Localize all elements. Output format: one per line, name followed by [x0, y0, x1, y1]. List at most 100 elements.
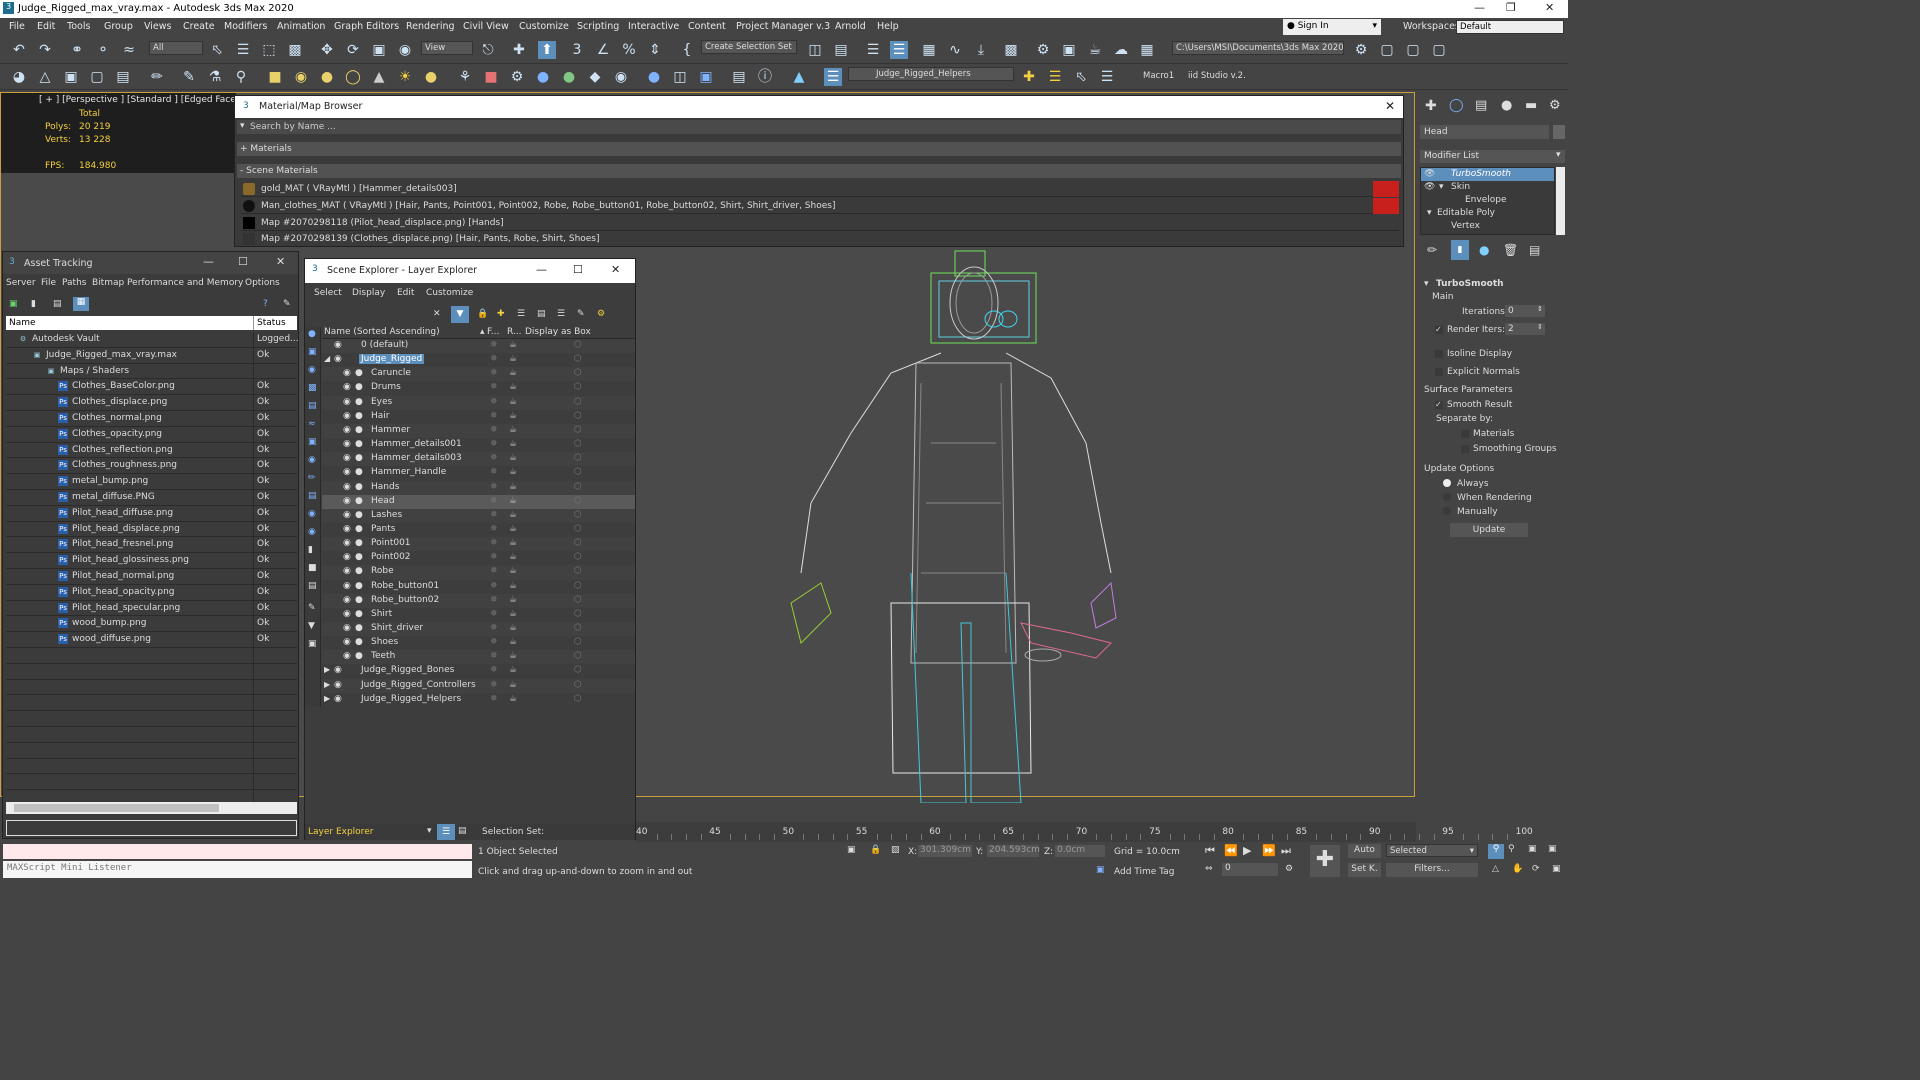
stack-skin-expand-icon[interactable]: ▾	[1439, 182, 1444, 192]
side-icon-d[interactable]: ✎	[308, 603, 316, 613]
object-paint-icon[interactable]: ▤	[114, 68, 132, 86]
remove-modifier-icon[interactable]: 🗑	[1503, 243, 1518, 257]
asset-table-icon[interactable]: ▤	[53, 299, 62, 309]
project-icon-3[interactable]: ▢	[1404, 41, 1422, 59]
when-rendering-radio[interactable]	[1443, 493, 1451, 501]
place-icon[interactable]: ◉	[396, 41, 414, 59]
object-color-swatch[interactable]	[1553, 125, 1565, 139]
scene-explorer-close-icon[interactable]: ✕	[611, 263, 620, 276]
close-icon[interactable]: ✕	[1545, 1, 1554, 14]
visibility-eye-icon[interactable]: ◉	[334, 340, 342, 350]
renderable-icon[interactable]: ☕	[509, 425, 517, 435]
show-end-result-icon[interactable]: ▮	[1451, 240, 1469, 260]
expand-icon[interactable]: ▶	[324, 665, 330, 674]
key-filter-dropdown[interactable]: Selected ▾	[1386, 844, 1478, 857]
visibility-eye-icon[interactable]: ◉	[343, 510, 351, 520]
list-item[interactable]: ◉ ● Robe_button02 ✵ ☕ ⬡	[322, 593, 635, 608]
menu-project-manager[interactable]: Project Manager v.3	[736, 21, 830, 32]
asset-close-icon[interactable]: ✕	[276, 255, 285, 268]
visibility-eye-icon[interactable]: ◉	[343, 581, 351, 591]
explorer-col-render[interactable]: R...	[507, 327, 522, 337]
window-crossing-icon[interactable]: ▩	[286, 41, 304, 59]
stack-eye-icon[interactable]: 👁	[1424, 169, 1435, 179]
display-as-box-icon[interactable]: ⬡	[574, 496, 582, 506]
render-setup-icon[interactable]: ⚙	[1034, 41, 1052, 59]
renderable-icon[interactable]: ☕	[509, 467, 517, 477]
freeze-icon[interactable]: ✵	[490, 595, 498, 605]
ribbon-icon[interactable]: ▦	[920, 41, 938, 59]
visibility-eye-icon[interactable]: ◉	[343, 439, 351, 449]
smoothing-groups-checkbox[interactable]	[1461, 445, 1469, 453]
material-browser-close-icon[interactable]: ✕	[1385, 99, 1395, 113]
menu-content[interactable]: Content	[688, 21, 726, 32]
table-row[interactable]: Ps metal_diffuse.PNG Ok	[6, 490, 297, 506]
pin-stack-icon[interactable]: ✏	[1427, 243, 1437, 257]
renderable-icon[interactable]: ☕	[509, 510, 517, 520]
side-icon-shapes[interactable]: ▣	[308, 347, 317, 357]
new-layer-icon[interactable]: ✚	[1020, 68, 1038, 86]
table-row[interactable]	[6, 679, 297, 696]
visibility-eye-icon[interactable]: ◉	[343, 496, 351, 506]
paint-icon[interactable]: ✎	[180, 68, 198, 86]
display-as-box-icon[interactable]: ⬡	[574, 354, 582, 364]
light-icon[interactable]: ☀	[396, 68, 414, 86]
set-current-layer-icon[interactable]: ☰	[1098, 68, 1116, 86]
y-coordinate-field[interactable]: 204.593cm	[987, 845, 1040, 857]
lock-icon[interactable]: 🔒	[477, 309, 488, 319]
display-as-box-icon[interactable]: ⬡	[574, 538, 582, 548]
configure-sets-icon[interactable]: ▤	[1529, 243, 1540, 257]
renderable-icon[interactable]: ☕	[509, 694, 517, 704]
menu-interactive[interactable]: Interactive	[628, 21, 679, 32]
hierarchy-icon[interactable]: ⚗	[206, 68, 224, 86]
freeze-icon[interactable]: ✵	[490, 609, 498, 619]
project-folder-icon[interactable]: ⚙	[1352, 41, 1370, 59]
menu-help[interactable]: Help	[877, 21, 899, 32]
visibility-eye-icon[interactable]: ◉	[343, 482, 351, 492]
list-item[interactable]: ◉ ● Lashes ✵ ☕ ⬡	[322, 508, 635, 523]
list-item[interactable]: ◉ ● Shirt_driver ✵ ☕ ⬡	[322, 622, 635, 637]
tool-icon-e[interactable]: ●	[560, 68, 578, 86]
modifier-list-dropdown[interactable]: Modifier List ▾	[1420, 150, 1565, 163]
scene-menu-select[interactable]: Select	[314, 288, 342, 298]
asset-menu-paths[interactable]: Paths	[62, 278, 86, 288]
motion-tab-icon[interactable]: ●	[1501, 98, 1512, 113]
stack-item-turbosmooth[interactable]: 👁 TurboSmooth	[1421, 168, 1554, 181]
renderable-icon[interactable]: ☕	[509, 651, 517, 661]
new-layer-explorer-icon[interactable]: ✚	[497, 309, 505, 319]
a360-gallery-icon[interactable]: ▦	[1138, 41, 1156, 59]
rotate-icon[interactable]: ⟳	[344, 41, 362, 59]
menu-edit[interactable]: Edit	[37, 21, 55, 32]
freeze-icon[interactable]: ✵	[490, 425, 498, 435]
move-icon[interactable]: ✥	[318, 41, 336, 59]
table-row[interactable]: ⚙ Autodesk Vault Logged...	[6, 332, 299, 348]
table-row[interactable]	[6, 663, 297, 680]
material-item-map-hands[interactable]: Map #2070298118 (Pilot_head_displace.png…	[241, 215, 1399, 231]
table-row[interactable]: Ps metal_bump.png Ok	[6, 474, 297, 490]
selection-filter-dropdown[interactable]: All	[149, 41, 203, 55]
renderable-icon[interactable]: ☕	[509, 552, 517, 562]
prev-frame-icon[interactable]: ⏪	[1224, 844, 1238, 857]
percent-snap-icon[interactable]: %	[620, 41, 638, 59]
visibility-eye-icon[interactable]: ◉	[343, 651, 351, 661]
display-as-box-icon[interactable]: ⬡	[574, 425, 582, 435]
table-row[interactable]: Ps Pilot_head_fresnel.png Ok	[6, 537, 297, 554]
sphere-primitive-icon[interactable]: ●	[318, 68, 336, 86]
material-editor-icon[interactable]: ▩	[1002, 41, 1020, 59]
material-item-gold[interactable]: gold_MAT ( VRayMtl ) [Hammer_details003]	[241, 181, 1399, 197]
table-row[interactable]: Ps Pilot_head_normal.png Ok	[6, 569, 297, 585]
visibility-eye-icon[interactable]: ◉	[343, 595, 351, 605]
tool-icon-g[interactable]: ◉	[612, 68, 630, 86]
material-item-map-clothes[interactable]: Map #2070298139 (Clothes_displace.png) […	[241, 232, 1399, 246]
side-icon-a[interactable]: ▮	[308, 545, 313, 555]
renderable-icon[interactable]: ☕	[509, 482, 517, 492]
project-path-dropdown[interactable]: C:\Users\MSI\Documents\3ds Max 2020	[1172, 41, 1344, 55]
side-icon-b[interactable]: ■	[308, 563, 317, 573]
renderable-icon[interactable]: ☕	[509, 637, 517, 647]
zoom-extents-all-icon[interactable]: ▣	[1548, 844, 1557, 854]
list-item[interactable]: ◉ ● Shirt ✵ ☕ ⬡	[322, 607, 635, 622]
goto-end-icon[interactable]: ⏭	[1281, 844, 1291, 858]
freeze-icon[interactable]: ✵	[490, 467, 498, 477]
z-coordinate-field[interactable]: 0.0cm	[1055, 845, 1105, 857]
display-as-box-icon[interactable]: ⬡	[574, 340, 582, 350]
make-unique-icon[interactable]: ●	[1479, 243, 1489, 257]
